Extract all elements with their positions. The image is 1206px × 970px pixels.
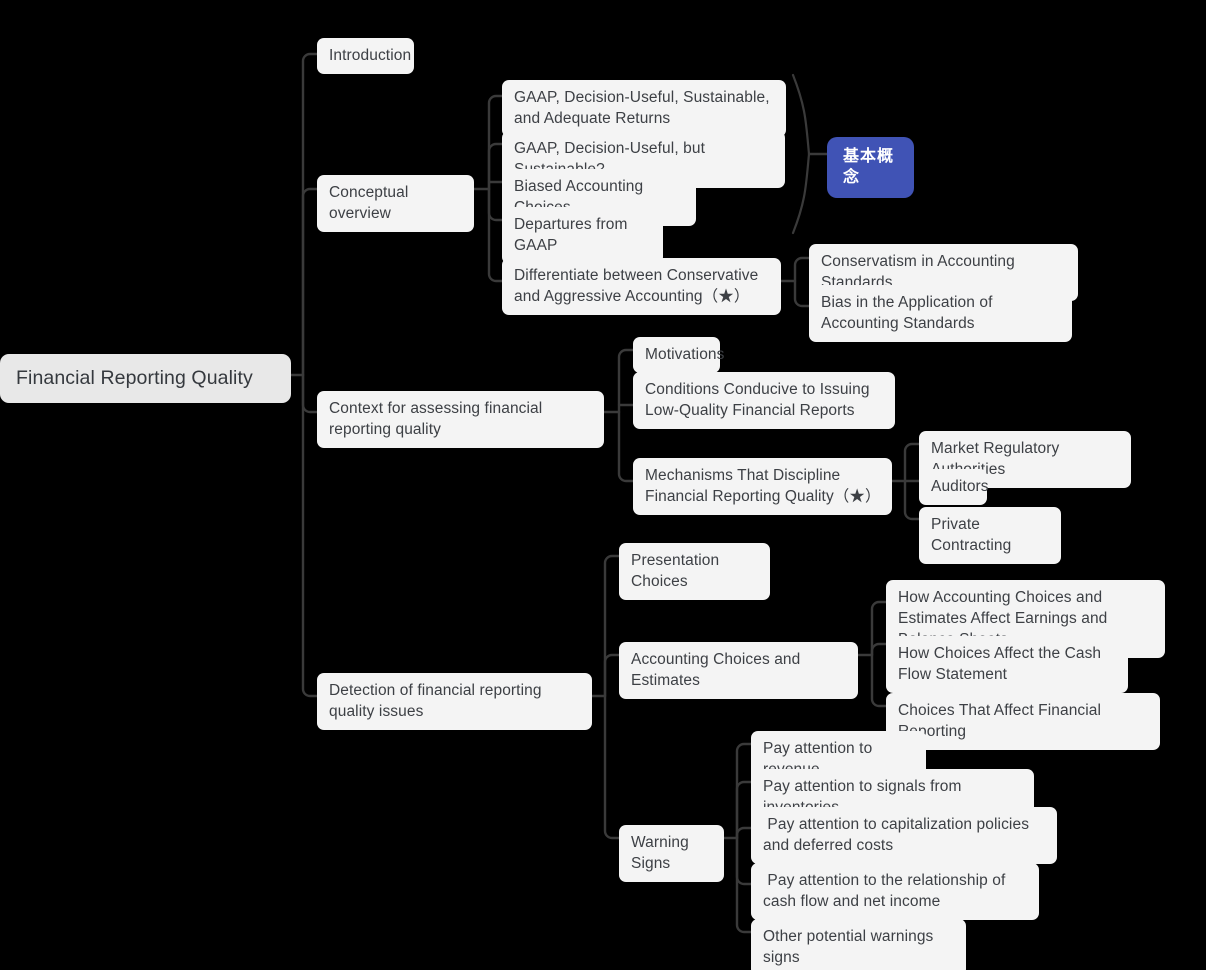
edge-root-to-context [301,373,319,414]
node-presentation-choices[interactable]: Presentation Choices [619,543,770,600]
edge-differentiate-to-conservatism [793,256,811,283]
edge-root-to-introduction [301,52,319,377]
node-gaap-sustainable-adequate-returns[interactable]: GAAP, Decision-Useful, Sustainable, and … [502,80,786,137]
edge-detection-to-presentation [603,554,621,698]
node-conditions-conducive-low-quality[interactable]: Conditions Conducive to Issuing Low-Qual… [633,372,895,429]
node-differentiate-conservative-aggressive[interactable]: Differentiate between Conservative and A… [502,258,781,315]
edge-accounting-to-earnings [870,600,888,657]
edge-detection-to-accounting [603,653,621,698]
node-choices-that-affect-financial-reporting[interactable]: Choices That Affect Financial Reporting [886,693,1160,750]
edge-warning-to-capitalization [735,826,753,840]
edge-conceptual-to-gaap2 [487,142,504,191]
edge-conceptual-to-gaap1 [487,94,504,191]
edge-root-to-detection [301,373,319,698]
node-context-for-assessing-quality[interactable]: Context for assessing financial reportin… [317,391,604,448]
edge-conceptual-to-differentiate [487,187,504,283]
edge-detection-to-warning [603,694,621,840]
edge-accounting-to-cashflow [870,642,888,657]
edge-conceptual-to-departures [487,187,504,222]
node-detection-of-issues[interactable]: Detection of financial reporting quality… [317,673,592,730]
grouping-brace [791,73,811,235]
node-accounting-choices-and-estimates[interactable]: Accounting Choices and Estimates [619,642,858,699]
edge-warning-to-inventories [735,780,753,840]
node-pay-attention-to-cashflow-net-income[interactable]: Pay attention to the relationship of cas… [751,863,1039,920]
node-bias-in-application-of-standards[interactable]: Bias in the Application of Accounting St… [809,285,1072,342]
edge-warning-to-revenue [735,742,753,840]
edge-context-to-motivations [617,348,635,414]
node-conceptual-overview[interactable]: Conceptual overview [317,175,474,232]
edge-mechanisms-to-private [903,479,921,521]
edge-context-to-mechanisms [617,410,635,483]
node-how-choices-affect-cash-flow[interactable]: How Choices Affect the Cash Flow Stateme… [886,636,1128,693]
node-departures-from-gaap[interactable]: Departures from GAAP [502,207,663,264]
edge-warning-to-cashflow-netincome [735,836,753,886]
edge-accounting-to-choices [870,653,888,708]
node-pay-attention-to-capitalization[interactable]: Pay attention to capitalization policies… [751,807,1057,864]
node-private-contracting[interactable]: Private Contracting [919,507,1061,564]
edge-root-to-conceptual [301,187,319,377]
node-warning-signs[interactable]: Warning Signs [619,825,724,882]
node-auditors[interactable]: Auditors [919,469,989,505]
node-basic-concepts-badge[interactable]: 基本概念 [827,137,914,198]
root-node[interactable]: Financial Reporting Quality [0,354,291,403]
node-mechanisms-that-discipline[interactable]: Mechanisms That Discipline Financial Rep… [633,458,892,515]
edge-differentiate-to-bias [793,279,811,308]
node-motivations[interactable]: Motivations [633,337,724,373]
node-introduction[interactable]: Introduction [317,38,414,74]
node-other-potential-warnings-signs[interactable]: Other potential warnings signs [751,919,966,970]
mindmap-canvas: Financial Reporting Quality Introduction… [0,0,1206,970]
edge-mechanisms-to-market [903,442,921,483]
edge-warning-to-other [735,836,753,934]
